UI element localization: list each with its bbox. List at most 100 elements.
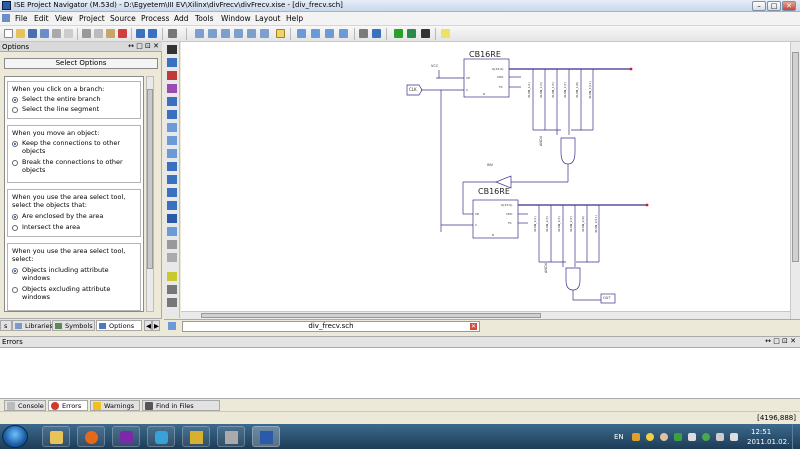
- radio-icon[interactable]: [12, 160, 18, 166]
- panel-controls-icon[interactable]: ↔ □ ⊡ ✕: [128, 42, 159, 50]
- radio-icon[interactable]: [12, 97, 18, 103]
- sum-icon[interactable]: [407, 29, 416, 38]
- menu-file[interactable]: File: [15, 14, 28, 23]
- tab-errors[interactable]: Errors: [48, 400, 88, 411]
- delete-icon[interactable]: [118, 29, 127, 38]
- close-button[interactable]: ✕: [782, 1, 796, 11]
- option-select-entire-branch[interactable]: Select the entire branch: [12, 95, 140, 104]
- taskbar-messenger[interactable]: [147, 426, 175, 447]
- close-file-icon[interactable]: [64, 29, 73, 38]
- option-select-line-segment[interactable]: Select the line segment: [12, 105, 140, 114]
- new-icon[interactable]: [4, 29, 13, 38]
- menu-view[interactable]: View: [55, 14, 73, 23]
- menu-tools[interactable]: Tools: [195, 14, 213, 23]
- properties-icon[interactable]: [359, 29, 368, 38]
- open-icon[interactable]: [16, 29, 25, 38]
- tab-div-frecv-sch[interactable]: div_frecv.sch ✕: [182, 321, 480, 332]
- grid-toggle-icon[interactable]: [276, 29, 285, 38]
- paste-icon[interactable]: [106, 29, 115, 38]
- run-icon[interactable]: [394, 29, 403, 38]
- minimize-button[interactable]: –: [752, 1, 766, 11]
- canvas-horizontal-scrollbar[interactable]: [181, 311, 790, 319]
- show-desktop-button[interactable]: [792, 424, 800, 449]
- zoom-area-icon[interactable]: [234, 29, 243, 38]
- menu-source[interactable]: Source: [110, 14, 136, 23]
- menu-window[interactable]: Window: [221, 14, 251, 23]
- tab-options[interactable]: Options: [96, 320, 142, 331]
- volume-icon[interactable]: [730, 433, 738, 441]
- tab-find-in-files[interactable]: Find in Files Results: [142, 400, 220, 420]
- zoom-out-icon[interactable]: [208, 29, 217, 38]
- tray-icon[interactable]: [660, 433, 668, 441]
- help-icon[interactable]: [372, 29, 381, 38]
- tab-console[interactable]: Console: [4, 400, 46, 411]
- tab-libraries[interactable]: Libraries: [12, 320, 53, 331]
- undo-icon[interactable]: [136, 29, 145, 38]
- taskbar-yahoo[interactable]: [112, 426, 140, 447]
- add-rectangle-icon[interactable]: [167, 201, 177, 210]
- menu-add[interactable]: Add: [174, 14, 189, 23]
- tray-icon[interactable]: [674, 433, 682, 441]
- zoom-in-icon[interactable]: [195, 29, 204, 38]
- start-button[interactable]: [2, 425, 28, 448]
- maximize-button[interactable]: □: [767, 1, 781, 11]
- scrollbar-thumb[interactable]: [201, 313, 541, 318]
- radio-icon[interactable]: [12, 287, 18, 293]
- menu-process[interactable]: Process: [141, 14, 169, 23]
- copy-icon[interactable]: [94, 29, 103, 38]
- save-all-icon[interactable]: [40, 29, 49, 38]
- add-symbol-icon[interactable]: [167, 136, 177, 145]
- tab-warnings[interactable]: Warnings: [90, 400, 140, 411]
- clock-time[interactable]: 12:51: [751, 428, 771, 436]
- menu-help[interactable]: Help: [286, 14, 303, 23]
- add-text-icon[interactable]: [167, 214, 177, 223]
- add-net-name-icon[interactable]: [167, 71, 177, 80]
- tab-sources[interactable]: s: [0, 320, 12, 331]
- menu-layout[interactable]: Layout: [255, 14, 281, 23]
- radio-icon[interactable]: [12, 214, 18, 220]
- check-schematic-icon[interactable]: [167, 272, 177, 281]
- add-arc-icon[interactable]: [167, 162, 177, 171]
- zoom-previous-icon[interactable]: [260, 29, 269, 38]
- option-break-connections[interactable]: Break the connections to other objects: [12, 158, 140, 175]
- taskbar-firefox[interactable]: [77, 426, 105, 447]
- radio-icon[interactable]: [12, 268, 18, 274]
- add-marker-icon[interactable]: [167, 253, 177, 262]
- add-wire-icon[interactable]: [167, 58, 177, 67]
- network-icon[interactable]: [716, 433, 724, 441]
- radio-icon[interactable]: [12, 107, 18, 113]
- select-icon[interactable]: [168, 29, 177, 38]
- tab-symbols[interactable]: Symbols: [52, 320, 95, 331]
- option-enclosed-by-area[interactable]: Are enclosed by the area: [12, 212, 140, 221]
- menu-project[interactable]: Project: [79, 14, 105, 23]
- hierarchy-push-icon[interactable]: [167, 285, 177, 294]
- redo-icon[interactable]: [148, 29, 157, 38]
- clock-date[interactable]: 2011.01.02.: [747, 438, 789, 446]
- window-vertical-icon[interactable]: [325, 29, 334, 38]
- options-scrollbar[interactable]: [146, 76, 154, 312]
- hierarchy-pop-icon[interactable]: [167, 298, 177, 307]
- option-keep-connections[interactable]: Keep the connections to other objects: [12, 139, 140, 156]
- radio-icon[interactable]: [12, 141, 18, 147]
- language-indicator[interactable]: EN: [614, 433, 624, 441]
- taskbar-explorer[interactable]: [42, 426, 70, 447]
- lightbulb-icon[interactable]: [441, 29, 450, 38]
- cut-icon[interactable]: [82, 29, 91, 38]
- tab-scroll-right[interactable]: ▶: [152, 320, 160, 331]
- add-circle-icon[interactable]: [167, 175, 177, 184]
- taskbar-app[interactable]: [217, 426, 245, 447]
- add-io-marker-icon[interactable]: [167, 110, 177, 119]
- add-attribute-icon[interactable]: [167, 240, 177, 249]
- window-cascade-icon[interactable]: [339, 29, 348, 38]
- option-excluding-attribute-windows[interactable]: Objects excluding attribute windows: [12, 285, 140, 302]
- radio-icon[interactable]: [12, 225, 18, 231]
- impact-icon[interactable]: [421, 29, 430, 38]
- tray-icon[interactable]: [632, 433, 640, 441]
- panel-controls-icon[interactable]: ↔ □ ⊡ ✕: [765, 337, 796, 345]
- tray-icon[interactable]: [702, 433, 710, 441]
- rename-bus-icon[interactable]: [167, 84, 177, 93]
- zoom-selection-icon[interactable]: [247, 29, 256, 38]
- add-line-icon[interactable]: [167, 188, 177, 197]
- schematic-canvas[interactable]: CB16RE CB16RE VCC CLK INV AND4 AND4 OUT …: [181, 42, 790, 311]
- add-instance-icon[interactable]: [167, 149, 177, 158]
